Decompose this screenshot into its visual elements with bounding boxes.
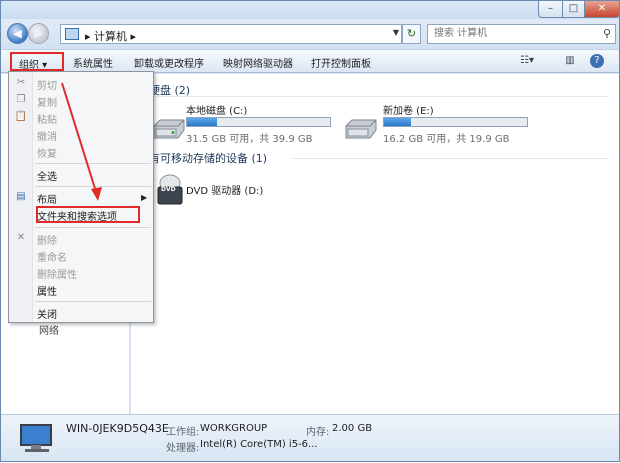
annotation-arrow: [61, 82, 102, 201]
explorer-window: – □ ✕ ◀ ▶ ▸ 计算机 ▸ ▼ ↻ ⚲ 组织 ▾ 系统属性 卸载或更改程…: [0, 0, 620, 462]
